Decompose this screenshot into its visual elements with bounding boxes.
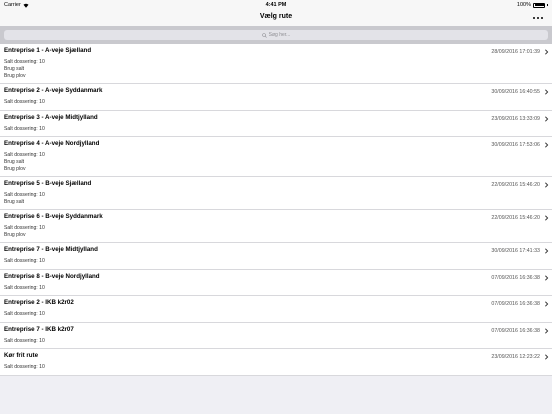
route-detail: Brug salt bbox=[4, 65, 25, 72]
route-date: 07/09/2016 16:36:38 bbox=[491, 301, 540, 307]
route-list: Entreprise 1 - A-veje Sjælland 28/09/2016… bbox=[0, 44, 552, 376]
route-detail: Salt dossering: 10 bbox=[4, 151, 45, 158]
route-detail: Brug plov bbox=[4, 231, 26, 238]
status-battery: 100% bbox=[517, 2, 548, 8]
chevron-right-icon bbox=[545, 248, 549, 254]
route-title: Entreprise 4 - A-veje Nordjylland bbox=[4, 140, 100, 147]
nav-bar: Vælg rute bbox=[0, 10, 552, 26]
route-row[interactable]: Entreprise 6 - B-veje Syddanmark 22/09/20… bbox=[0, 210, 552, 243]
chevron-right-icon bbox=[545, 274, 549, 281]
route-date: 22/09/2016 15:46:20 bbox=[491, 215, 540, 221]
route-date: 23/09/2016 12:23:22 bbox=[491, 354, 540, 360]
route-detail: Salt dossering: 10 bbox=[4, 58, 45, 65]
route-row[interactable]: Entreprise 2 - IKB k2r02 07/09/2016 16:36… bbox=[0, 296, 552, 323]
search-icon bbox=[261, 32, 267, 38]
route-row[interactable]: Entreprise 4 - A-veje Nordjylland 30/09/2… bbox=[0, 137, 552, 177]
route-detail: Brug plov bbox=[4, 165, 26, 172]
route-title: Kør frit rute bbox=[4, 352, 39, 359]
route-row[interactable]: Entreprise 7 - IKB k2r07 07/09/2016 16:36… bbox=[0, 323, 552, 349]
search-bar: Søg her... bbox=[0, 26, 552, 44]
route-row[interactable]: Entreprise 7 - B-veje Midtjylland 30/09/2… bbox=[0, 243, 552, 270]
route-row[interactable]: Entreprise 1 - A-veje Sjælland 28/09/2016… bbox=[0, 44, 552, 84]
route-row[interactable]: Entreprise 2 - A-veje Syddanmark 30/09/20… bbox=[0, 84, 552, 111]
more-dot-icon bbox=[540, 16, 544, 20]
route-detail: Salt dossering: 10 bbox=[4, 99, 45, 105]
route-detail: Salt dossering: 10 bbox=[4, 258, 45, 264]
route-title: Entreprise 3 - A-veje Midtjylland bbox=[4, 113, 98, 121]
route-title: Entreprise 5 - B-veje Sjælland bbox=[4, 180, 92, 187]
route-title: Entreprise 8 - B-veje Nordjylland bbox=[4, 272, 100, 280]
chevron-right-icon bbox=[545, 354, 549, 360]
route-title: Entreprise 7 - IKB k2r07 bbox=[4, 325, 74, 333]
route-detail: Brug plov bbox=[4, 72, 26, 79]
page-title: Vælg rute bbox=[259, 13, 293, 20]
chevron-right-icon bbox=[545, 49, 549, 55]
route-detail: Salt dossering: 10 bbox=[4, 364, 45, 370]
more-options-button[interactable] bbox=[532, 14, 544, 22]
route-detail: Salt dossering: 10 bbox=[4, 125, 45, 132]
route-detail: Brug salt bbox=[4, 198, 25, 205]
route-detail: Salt dossering: 10 bbox=[4, 284, 45, 291]
status-bar: Carrier 4:41 PM 100% bbox=[0, 0, 552, 10]
more-dot-icon bbox=[536, 16, 540, 20]
battery-icon bbox=[533, 2, 545, 8]
chevron-right-icon bbox=[545, 215, 549, 221]
route-row[interactable]: Entreprise 5 - B-veje Sjælland 22/09/2016… bbox=[0, 177, 552, 210]
battery-tip bbox=[547, 4, 548, 6]
chevron-right-icon bbox=[545, 115, 549, 122]
route-date: 07/09/2016 16:36:38 bbox=[491, 274, 540, 281]
status-time: 4:41 PM bbox=[265, 2, 287, 8]
more-dot-icon bbox=[532, 16, 536, 20]
route-date: 23/09/2016 13:33:09 bbox=[491, 115, 540, 122]
route-date: 30/09/2016 17:53:06 bbox=[491, 142, 540, 148]
route-title: Entreprise 2 - IKB k2r02 bbox=[4, 299, 74, 306]
search-placeholder: Søg her... bbox=[268, 32, 291, 38]
battery-percent: 100% bbox=[516, 2, 531, 8]
route-row[interactable]: Entreprise 3 - A-veje Midtjylland 23/09/2… bbox=[0, 111, 552, 137]
chevron-right-icon bbox=[545, 182, 549, 188]
route-detail: Salt dossering: 10 bbox=[4, 191, 45, 198]
route-date: 30/09/2016 17:41:33 bbox=[491, 248, 540, 254]
route-row[interactable]: Entreprise 8 - B-veje Nordjylland 07/09/2… bbox=[0, 270, 552, 296]
route-detail: Salt dossering: 10 bbox=[4, 311, 45, 317]
route-date: 07/09/2016 16:36:38 bbox=[491, 327, 540, 334]
search-input[interactable]: Søg her... bbox=[4, 30, 548, 40]
route-title: Entreprise 6 - B-veje Syddanmark bbox=[4, 213, 103, 220]
chevron-right-icon bbox=[545, 301, 549, 307]
route-title: Entreprise 2 - A-veje Syddanmark bbox=[4, 87, 103, 94]
route-date: 30/09/2016 16:40:55 bbox=[491, 89, 540, 95]
route-title: Entreprise 7 - B-veje Midtjylland bbox=[4, 246, 98, 253]
route-detail: Brug salt bbox=[4, 158, 25, 165]
chevron-right-icon bbox=[545, 142, 549, 148]
route-detail: Salt dossering: 10 bbox=[4, 224, 45, 231]
route-date: 28/09/2016 17:01:39 bbox=[491, 49, 540, 55]
route-detail: Salt dossering: 10 bbox=[4, 337, 45, 344]
route-row[interactable]: Kør frit rute 23/09/2016 12:23:22 Salt dos… bbox=[0, 349, 552, 376]
route-date: 22/09/2016 15:46:20 bbox=[491, 182, 540, 188]
route-title: Entreprise 1 - A-veje Sjælland bbox=[4, 47, 92, 54]
chevron-right-icon bbox=[545, 89, 549, 95]
chevron-right-icon bbox=[545, 327, 549, 334]
